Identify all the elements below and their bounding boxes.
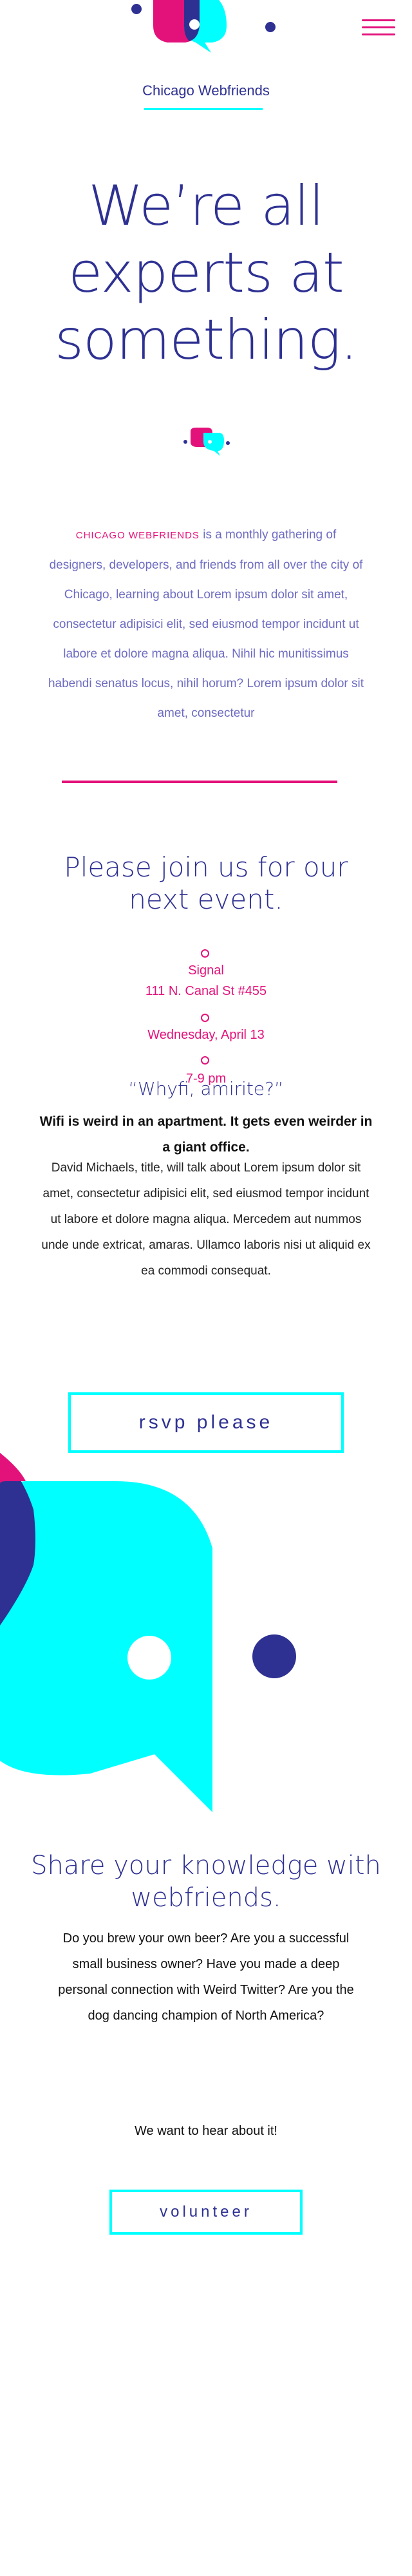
site-name[interactable]: Chicago Webfriends <box>0 82 412 99</box>
speech-bubble-illustration <box>0 1453 296 1812</box>
intro-brand: CHICAGO WEBFRIENDS <box>75 530 200 541</box>
time-marker-icon <box>201 1056 209 1065</box>
hero-title: We’re all experts at something. <box>0 173 412 374</box>
talk-description: David Michaels, title, will talk about L… <box>41 1161 371 1278</box>
hero-title-line: something. <box>55 308 358 372</box>
event-title: Please join us for our next event. <box>64 851 348 915</box>
share-cta: We want to hear about it! <box>135 2124 277 2138</box>
intro-text: is a monthly gathering of designers, dev… <box>48 528 364 720</box>
event-date: Wednesday, April 13 <box>147 1028 265 1042</box>
share-title: Share your knowledge with webfriends. <box>31 1851 381 1913</box>
intro-paragraph: CHICAGO WEBFRIENDS is a monthly gatherin… <box>46 520 366 728</box>
share-body: Do you brew your own beer? Are you a suc… <box>58 1931 354 2023</box>
event-address[interactable]: 111 N. Canal St #455 <box>0 984 412 999</box>
venue-marker-icon <box>201 949 209 958</box>
date-marker-icon <box>201 1014 209 1022</box>
hero-title-line: experts at <box>68 241 344 305</box>
hero-title-line: We’re all <box>88 174 324 238</box>
event-venue: Signal <box>188 963 224 978</box>
section-divider <box>62 781 337 783</box>
small-bubbles-icon <box>183 428 230 456</box>
webfriends-logo[interactable] <box>122 0 290 71</box>
talk-title: “Whyfi, amirite?” <box>128 1078 284 1099</box>
talk-lead: Wifi is weird in an apartment. It gets e… <box>39 1114 373 1155</box>
hamburger-menu-icon[interactable] <box>362 19 395 39</box>
site-name-underline <box>144 108 263 110</box>
volunteer-button[interactable]: volunteer <box>109 2190 303 2235</box>
